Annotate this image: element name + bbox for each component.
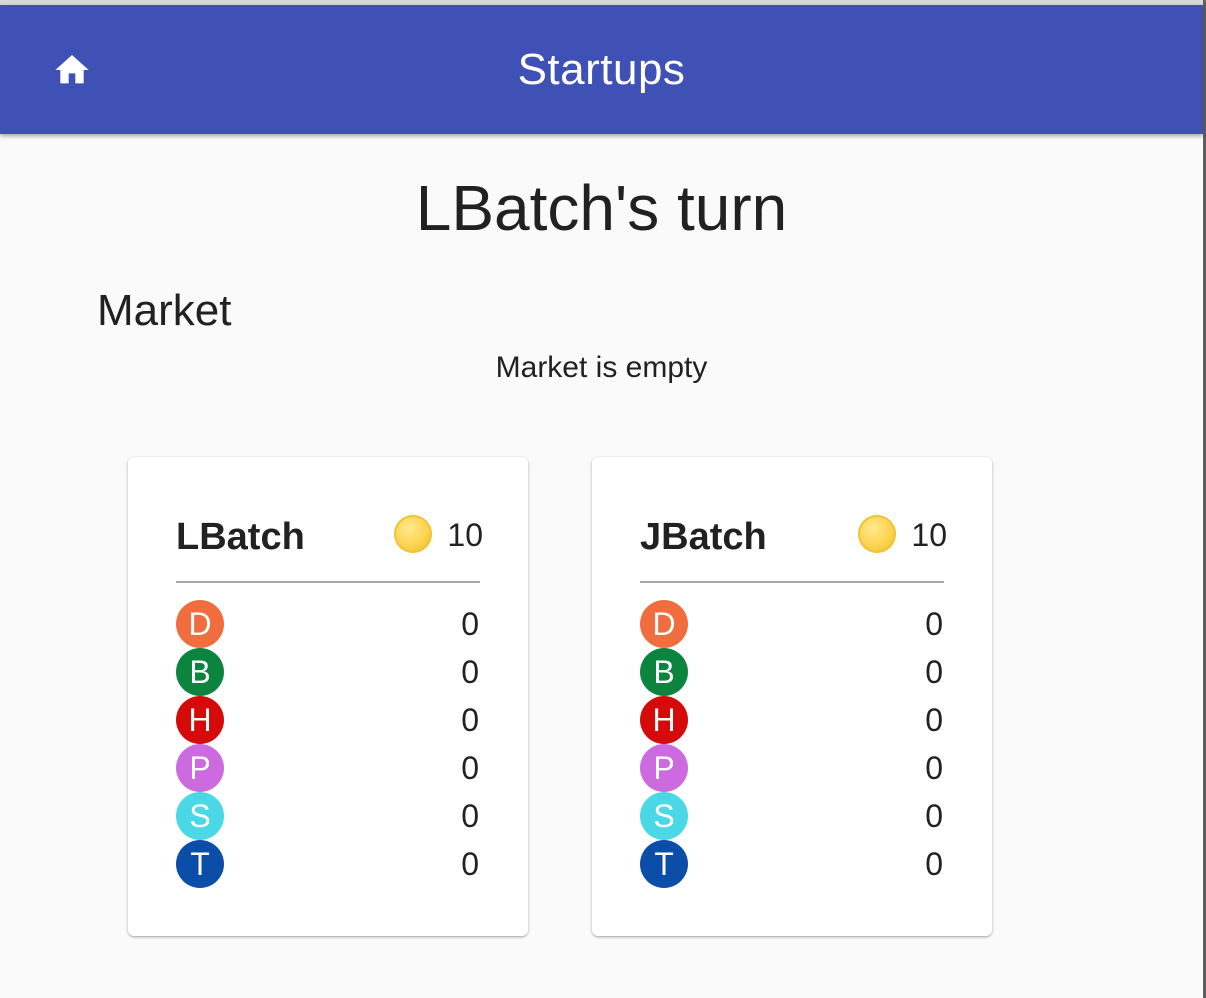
company-badge: B [176, 648, 224, 696]
stock-row: P 0 [640, 744, 944, 792]
company-badge: H [176, 696, 224, 744]
stock-count: 0 [461, 654, 479, 690]
stock-count: 0 [925, 846, 943, 882]
market-empty-message: Market is empty [495, 351, 708, 384]
company-badge: D [640, 600, 688, 648]
company-badge: P [176, 744, 224, 792]
coin-count: 10 [447, 517, 483, 553]
stock-count: 0 [461, 702, 479, 738]
stock-count: 0 [925, 750, 943, 786]
stock-row: T 0 [176, 840, 480, 888]
company-badge: T [640, 840, 688, 888]
divider [176, 581, 480, 583]
stock-count: 0 [461, 750, 479, 786]
stock-row: H 0 [176, 696, 480, 744]
turn-heading: LBatch's turn [415, 172, 788, 244]
coin-icon [858, 515, 896, 553]
stock-list: D 0 B 0 H 0 P 0 S 0 T 0 [176, 600, 480, 888]
stock-count: 0 [461, 606, 479, 642]
player-name: LBatch [176, 516, 305, 558]
stock-list: D 0 B 0 H 0 P 0 S 0 T 0 [640, 600, 944, 888]
company-badge: B [640, 648, 688, 696]
company-badge: S [640, 792, 688, 840]
stock-count: 0 [925, 702, 943, 738]
stock-count: 0 [925, 798, 943, 834]
stock-count: 0 [925, 606, 943, 642]
stock-count: 0 [925, 654, 943, 690]
stock-count: 0 [461, 798, 479, 834]
company-badge: T [176, 840, 224, 888]
divider [640, 581, 944, 583]
stock-row: S 0 [640, 792, 944, 840]
player-card-lbatch: LBatch 10 D 0 B 0 H 0 P 0 S 0 T 0 [128, 457, 528, 936]
stock-row: S 0 [176, 792, 480, 840]
company-badge: S [176, 792, 224, 840]
stock-row: B 0 [640, 648, 944, 696]
stock-row: P 0 [176, 744, 480, 792]
stock-row: D 0 [176, 600, 480, 648]
player-header: LBatch 10 [176, 512, 483, 562]
stock-row: H 0 [640, 696, 944, 744]
coin-icon [394, 515, 432, 553]
stock-row: T 0 [640, 840, 944, 888]
player-header: JBatch 10 [640, 512, 947, 562]
stock-count: 0 [461, 846, 479, 882]
player-name: JBatch [640, 516, 767, 558]
player-card-jbatch: JBatch 10 D 0 B 0 H 0 P 0 S 0 T 0 [592, 457, 992, 936]
company-badge: D [176, 600, 224, 648]
app-bar: Startups [0, 5, 1203, 134]
market-heading: Market [97, 286, 232, 335]
coin-count: 10 [911, 517, 947, 553]
stock-row: D 0 [640, 600, 944, 648]
app-title: Startups [517, 45, 686, 94]
company-badge: P [640, 744, 688, 792]
company-badge: H [640, 696, 688, 744]
stock-row: B 0 [176, 648, 480, 696]
